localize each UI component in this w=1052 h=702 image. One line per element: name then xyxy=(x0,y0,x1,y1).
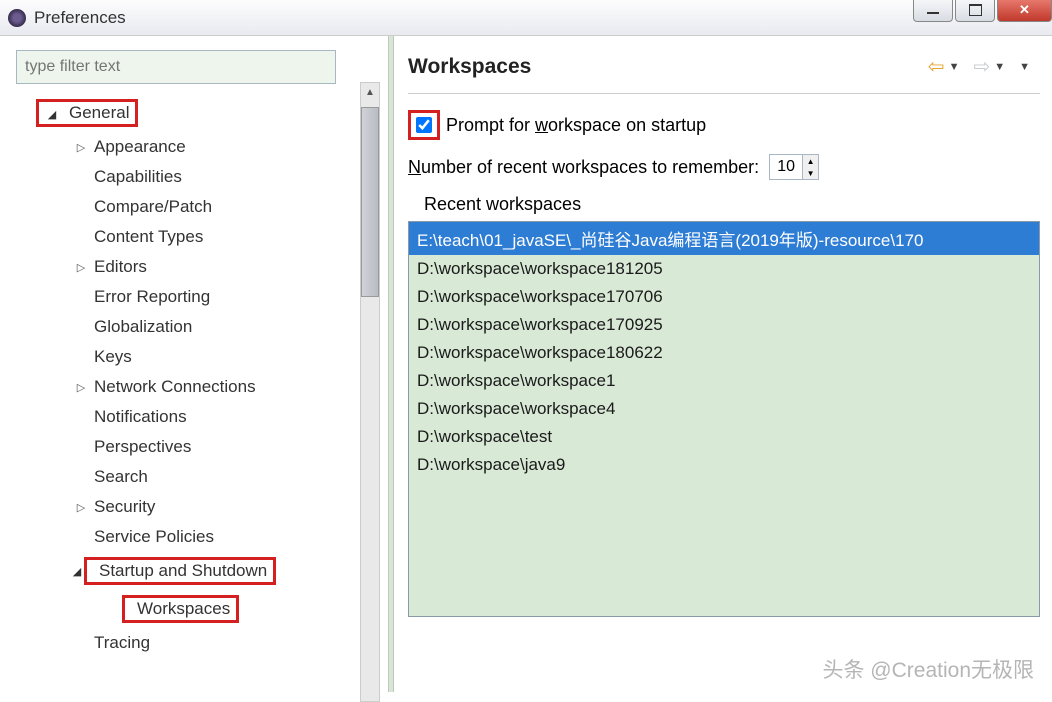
tree-item-service-policies[interactable]: Service Policies xyxy=(16,522,388,552)
scrollbar-handle[interactable] xyxy=(361,107,379,297)
chevron-down-icon[interactable]: ◢ xyxy=(70,565,84,578)
tree-item-label: Service Policies xyxy=(94,527,214,547)
chevron-right-icon[interactable]: ▷ xyxy=(74,141,88,154)
list-item[interactable]: D:\workspace\test xyxy=(409,423,1039,451)
tree-item-label: General xyxy=(69,103,129,122)
tree-item-appearance[interactable]: ▷ Appearance xyxy=(16,132,388,162)
main-header: Workspaces ⇦ ▼ ⇨ ▼ ▼ xyxy=(408,54,1040,94)
spinner-up-icon[interactable]: ▲ xyxy=(803,155,818,167)
tree-item-label: Capabilities xyxy=(94,167,182,187)
list-item[interactable]: D:\workspace\workspace4 xyxy=(409,395,1039,423)
number-label: Number of recent workspaces to remember: xyxy=(408,157,759,178)
sidebar: ◢ General ▷ Appearance Capabilities Compare/P… xyxy=(0,36,388,692)
prompt-row: Prompt for workspace on startup xyxy=(408,110,1040,140)
recent-workspaces-list[interactable]: E:\teach\01_javaSE\_尚硅谷Java编程语言(2019年版)-… xyxy=(408,221,1040,617)
prompt-checkbox[interactable] xyxy=(416,117,432,133)
maximize-button[interactable] xyxy=(955,0,995,22)
tree-item-label: Startup and Shutdown xyxy=(99,561,267,580)
nav-icons: ⇦ ▼ ⇨ ▼ ▼ xyxy=(928,54,1040,79)
chevron-right-icon[interactable]: ▷ xyxy=(74,381,88,394)
tree-item-label: Globalization xyxy=(94,317,192,337)
settings-tree: ◢ General ▷ Appearance Capabilities Compare/P… xyxy=(16,94,388,658)
tree-item-network-connections[interactable]: ▷ Network Connections xyxy=(16,372,388,402)
tree-item-label: Perspectives xyxy=(94,437,191,457)
tree-item-label: Workspaces xyxy=(137,599,230,618)
tree-item-search[interactable]: Search xyxy=(16,462,388,492)
prompt-checkbox-highlight xyxy=(408,110,440,140)
tree-item-editors[interactable]: ▷ Editors xyxy=(16,252,388,282)
chevron-down-icon[interactable]: ◢ xyxy=(45,108,59,121)
tree-item-label: Appearance xyxy=(94,137,186,157)
tree-item-label: Network Connections xyxy=(94,377,256,397)
tree-item-capabilities[interactable]: Capabilities xyxy=(16,162,388,192)
watermark: 头条 @Creation无极限 xyxy=(822,654,1034,684)
forward-menu-caret-icon[interactable]: ▼ xyxy=(994,61,1005,73)
tree-item-error-reporting[interactable]: Error Reporting xyxy=(16,282,388,312)
number-row: Number of recent workspaces to remember:… xyxy=(408,154,1040,180)
main-panel: Workspaces ⇦ ▼ ⇨ ▼ ▼ Prompt for workspac… xyxy=(394,36,1052,692)
tree-item-label: Tracing xyxy=(94,633,150,653)
minimize-button[interactable] xyxy=(913,0,953,22)
list-item[interactable]: D:\workspace\workspace180622 xyxy=(409,339,1039,367)
list-item[interactable]: D:\workspace\workspace170706 xyxy=(409,283,1039,311)
tree-item-label: Content Types xyxy=(94,227,203,247)
forward-arrow-icon[interactable]: ⇨ xyxy=(973,54,990,79)
tree-item-general[interactable]: ◢ General xyxy=(16,94,388,132)
app-icon xyxy=(8,9,26,27)
tree-item-label: Notifications xyxy=(94,407,187,427)
window-controls xyxy=(911,0,1052,22)
page-title: Workspaces xyxy=(408,55,531,79)
tree-scrollbar[interactable]: ▲ xyxy=(360,82,380,702)
tree-item-label: Security xyxy=(94,497,155,517)
tree-item-workspaces[interactable]: Workspaces xyxy=(12,590,388,628)
tree-item-label: Search xyxy=(94,467,148,487)
tree-item-notifications[interactable]: Notifications xyxy=(16,402,388,432)
close-button[interactable] xyxy=(997,0,1052,22)
tree-item-content-types[interactable]: Content Types xyxy=(16,222,388,252)
tree-item-keys[interactable]: Keys xyxy=(16,342,388,372)
chevron-right-icon[interactable]: ▷ xyxy=(74,261,88,274)
back-menu-caret-icon[interactable]: ▼ xyxy=(949,61,960,73)
tree-item-security[interactable]: ▷ Security xyxy=(16,492,388,522)
list-item[interactable]: D:\workspace\workspace181205 xyxy=(409,255,1039,283)
tree-item-perspectives[interactable]: Perspectives xyxy=(16,432,388,462)
tree-item-compare-patch[interactable]: Compare/Patch xyxy=(16,192,388,222)
tree-item-tracing[interactable]: Tracing xyxy=(16,628,388,658)
tree-item-label: Editors xyxy=(94,257,147,277)
window-title: Preferences xyxy=(34,8,126,28)
list-item[interactable]: E:\teach\01_javaSE\_尚硅谷Java编程语言(2019年版)-… xyxy=(409,222,1039,255)
list-item[interactable]: D:\workspace\workspace170925 xyxy=(409,311,1039,339)
list-item[interactable]: D:\workspace\workspace1 xyxy=(409,367,1039,395)
number-input[interactable] xyxy=(770,155,802,179)
recent-label: Recent workspaces xyxy=(424,194,1040,215)
prompt-label: Prompt for workspace on startup xyxy=(446,115,706,136)
spinner-down-icon[interactable]: ▼ xyxy=(803,167,818,179)
scroll-up-icon[interactable]: ▲ xyxy=(361,83,379,101)
chevron-right-icon[interactable]: ▷ xyxy=(74,501,88,514)
tree-item-startup-and-shutdown[interactable]: ◢ Startup and Shutdown xyxy=(12,552,388,590)
menu-caret-icon[interactable]: ▼ xyxy=(1019,61,1030,73)
tree-item-label: Error Reporting xyxy=(94,287,210,307)
tree-item-label: Keys xyxy=(94,347,132,367)
titlebar: Preferences xyxy=(0,0,1052,36)
number-spinner[interactable]: ▲ ▼ xyxy=(769,154,819,180)
filter-input[interactable] xyxy=(16,50,336,84)
tree-item-globalization[interactable]: Globalization xyxy=(16,312,388,342)
back-arrow-icon[interactable]: ⇦ xyxy=(928,54,945,79)
tree-item-label: Compare/Patch xyxy=(94,197,212,217)
list-item[interactable]: D:\workspace\java9 xyxy=(409,451,1039,479)
